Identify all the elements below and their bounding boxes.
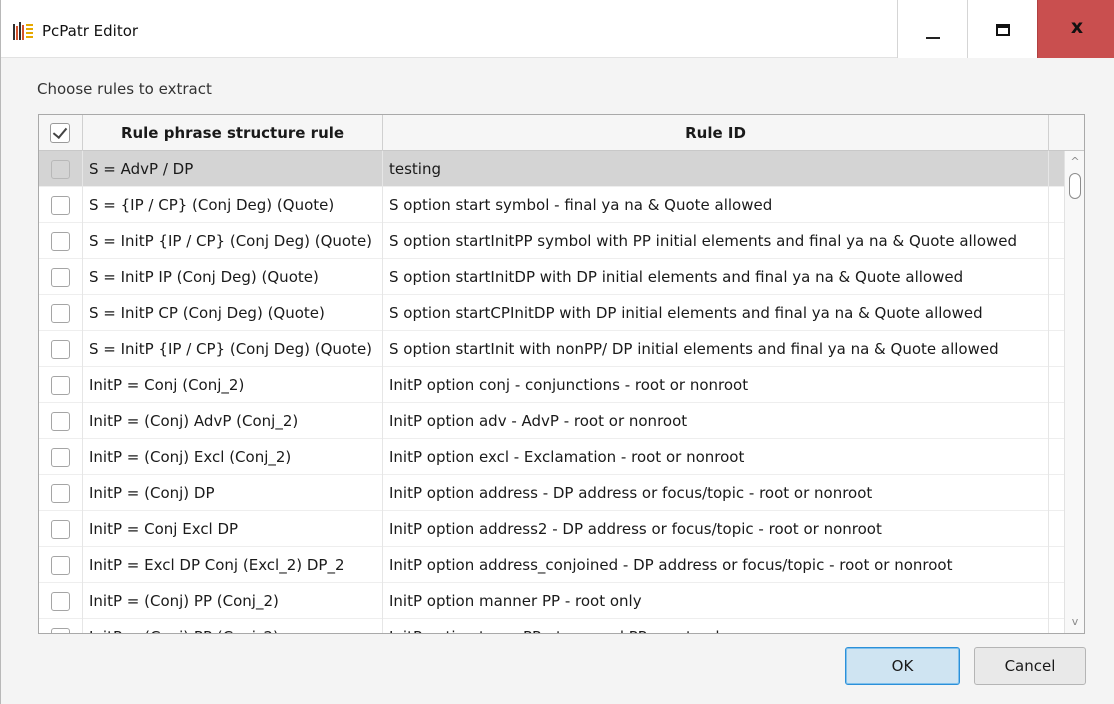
row-checkbox[interactable] bbox=[51, 592, 70, 611]
row-checkbox-cell bbox=[39, 259, 83, 295]
rule-cell: InitP = (Conj) PP (Conj_2) bbox=[83, 583, 383, 619]
rule-id-cell: InitP option conj - conjunctions - root … bbox=[383, 367, 1049, 403]
rule-cell: InitP = (Conj) DP bbox=[83, 475, 383, 511]
row-checkbox[interactable] bbox=[51, 304, 70, 323]
rule-cell: InitP = Excl DP Conj (Excl_2) DP_2 bbox=[83, 547, 383, 583]
rule-id-cell: S option startInit with nonPP/ DP initia… bbox=[383, 331, 1049, 367]
row-checkbox[interactable] bbox=[51, 448, 70, 467]
row-checkbox[interactable] bbox=[51, 520, 70, 539]
table-row[interactable]: InitP = Conj (Conj_2) InitP option conj -… bbox=[39, 367, 1064, 403]
rule-id-cell: InitP option manner PP - root only bbox=[383, 583, 1049, 619]
close-icon: x bbox=[1070, 16, 1084, 38]
row-checkbox[interactable] bbox=[51, 196, 70, 215]
row-checkbox[interactable] bbox=[51, 412, 70, 431]
rule-cell: S = InitP {IP / CP} (Conj Deg) (Quote) bbox=[83, 223, 383, 259]
rule-id-cell: S option startInitDP with DP initial ele… bbox=[383, 259, 1049, 295]
rule-cell: InitP = (Conj) PP (Conj_2) bbox=[83, 619, 383, 633]
table-body: S = AdvP / DP testing S = {IP / CP} (Conj … bbox=[39, 151, 1064, 633]
rule-id-cell: S option startInitPP symbol with PP init… bbox=[383, 223, 1049, 259]
instruction-label: Choose rules to extract bbox=[37, 80, 212, 98]
title-bar[interactable]: PcPatr Editor x bbox=[1, 0, 1114, 58]
row-checkbox-cell bbox=[39, 511, 83, 547]
row-checkbox[interactable] bbox=[51, 160, 70, 179]
rule-id-cell: testing bbox=[383, 151, 1049, 187]
row-checkbox-cell bbox=[39, 619, 83, 633]
row-checkbox-cell bbox=[39, 223, 83, 259]
table-row[interactable]: S = {IP / CP} (Conj Deg) (Quote) S option… bbox=[39, 187, 1064, 223]
scrollbar-thumb[interactable] bbox=[1069, 173, 1081, 199]
minimize-button[interactable] bbox=[897, 0, 967, 58]
bars-app-icon bbox=[13, 22, 33, 40]
rule-cell: InitP = Conj Excl DP bbox=[83, 511, 383, 547]
cancel-button[interactable]: Cancel bbox=[974, 647, 1086, 685]
table-row[interactable]: InitP = (Conj) PP (Conj_2)InitP option t… bbox=[39, 619, 1064, 633]
row-checkbox-cell bbox=[39, 331, 83, 367]
row-checkbox-cell bbox=[39, 547, 83, 583]
rule-cell: S = InitP CP (Conj Deg) (Quote) bbox=[83, 295, 383, 331]
table-row[interactable]: S = InitP {IP / CP} (Conj Deg) (Quote) S … bbox=[39, 331, 1064, 367]
table-row[interactable]: S = InitP CP (Conj Deg) (Quote) S option … bbox=[39, 295, 1064, 331]
row-checkbox-cell bbox=[39, 295, 83, 331]
rule-cell: InitP = (Conj) AdvP (Conj_2) bbox=[83, 403, 383, 439]
select-all-checkbox[interactable] bbox=[50, 123, 70, 143]
row-checkbox-cell bbox=[39, 151, 83, 187]
select-all-column bbox=[39, 115, 83, 151]
row-checkbox[interactable] bbox=[51, 484, 70, 503]
vertical-scrollbar[interactable]: ^ v bbox=[1064, 151, 1084, 633]
row-checkbox[interactable] bbox=[51, 340, 70, 359]
row-checkbox-cell bbox=[39, 583, 83, 619]
rule-id-cell: InitP option temp PP - temporal PP - roo… bbox=[383, 619, 1049, 633]
rule-cell: S = InitP {IP / CP} (Conj Deg) (Quote) bbox=[83, 331, 383, 367]
table-row[interactable]: S = AdvP / DP testing bbox=[39, 151, 1064, 187]
maximize-icon bbox=[996, 24, 1010, 36]
row-checkbox[interactable] bbox=[51, 628, 70, 633]
rules-table: Rule phrase structure rule Rule ID S = A… bbox=[38, 114, 1085, 634]
row-checkbox-cell bbox=[39, 403, 83, 439]
column-header-rule[interactable]: Rule phrase structure rule bbox=[83, 115, 383, 151]
rule-cell: S = InitP IP (Conj Deg) (Quote) bbox=[83, 259, 383, 295]
table-row[interactable]: S = InitP IP (Conj Deg) (Quote) S option … bbox=[39, 259, 1064, 295]
table-row[interactable]: InitP = (Conj) PP (Conj_2) InitP option m… bbox=[39, 583, 1064, 619]
table-row[interactable]: S = InitP {IP / CP} (Conj Deg) (Quote) S … bbox=[39, 223, 1064, 259]
minimize-icon bbox=[926, 37, 940, 39]
column-header-filler bbox=[1049, 115, 1084, 151]
rule-id-cell: InitP option address2 - DP address or fo… bbox=[383, 511, 1049, 547]
rule-cell: InitP = (Conj) Excl (Conj_2) bbox=[83, 439, 383, 475]
rule-id-cell: InitP option excl - Exclamation - root o… bbox=[383, 439, 1049, 475]
checkmark-icon bbox=[52, 123, 68, 140]
rule-id-cell: S option start symbol - final ya na & Qu… bbox=[383, 187, 1049, 223]
table-row[interactable]: InitP = (Conj) Excl (Conj_2) InitP option… bbox=[39, 439, 1064, 475]
rule-cell: InitP = Conj (Conj_2) bbox=[83, 367, 383, 403]
row-checkbox-cell bbox=[39, 439, 83, 475]
rule-cell: S = AdvP / DP bbox=[83, 151, 383, 187]
row-checkbox[interactable] bbox=[51, 232, 70, 251]
rule-id-cell: InitP option address - DP address or foc… bbox=[383, 475, 1049, 511]
row-checkbox-cell bbox=[39, 367, 83, 403]
row-checkbox[interactable] bbox=[51, 556, 70, 575]
window-title: PcPatr Editor bbox=[42, 22, 139, 40]
rule-id-cell: InitP option address_conjoined - DP addr… bbox=[383, 547, 1049, 583]
table-row[interactable]: InitP = (Conj) AdvP (Conj_2) InitP option… bbox=[39, 403, 1064, 439]
dialog-window: PcPatr Editor x Choose rules to extract … bbox=[0, 0, 1114, 704]
table-row[interactable]: InitP = (Conj) DP InitP option address - … bbox=[39, 475, 1064, 511]
rule-id-cell: S option startCPInitDP with DP initial e… bbox=[383, 295, 1049, 331]
row-checkbox[interactable] bbox=[51, 376, 70, 395]
close-button[interactable]: x bbox=[1037, 0, 1114, 58]
rule-id-cell: InitP option adv - AdvP - root or nonroo… bbox=[383, 403, 1049, 439]
rule-cell: S = {IP / CP} (Conj Deg) (Quote) bbox=[83, 187, 383, 223]
row-checkbox-cell bbox=[39, 475, 83, 511]
scroll-down-icon[interactable]: v bbox=[1065, 613, 1084, 631]
maximize-button[interactable] bbox=[967, 0, 1037, 58]
row-checkbox-cell bbox=[39, 187, 83, 223]
table-header: Rule phrase structure rule Rule ID bbox=[39, 115, 1084, 151]
table-row[interactable]: InitP = Excl DP Conj (Excl_2) DP_2 InitP … bbox=[39, 547, 1064, 583]
scroll-up-icon[interactable]: ^ bbox=[1065, 153, 1084, 171]
row-checkbox[interactable] bbox=[51, 268, 70, 287]
ok-button[interactable]: OK bbox=[845, 647, 960, 685]
column-header-rule-id[interactable]: Rule ID bbox=[383, 115, 1049, 151]
table-row[interactable]: InitP = Conj Excl DP InitP option address… bbox=[39, 511, 1064, 547]
